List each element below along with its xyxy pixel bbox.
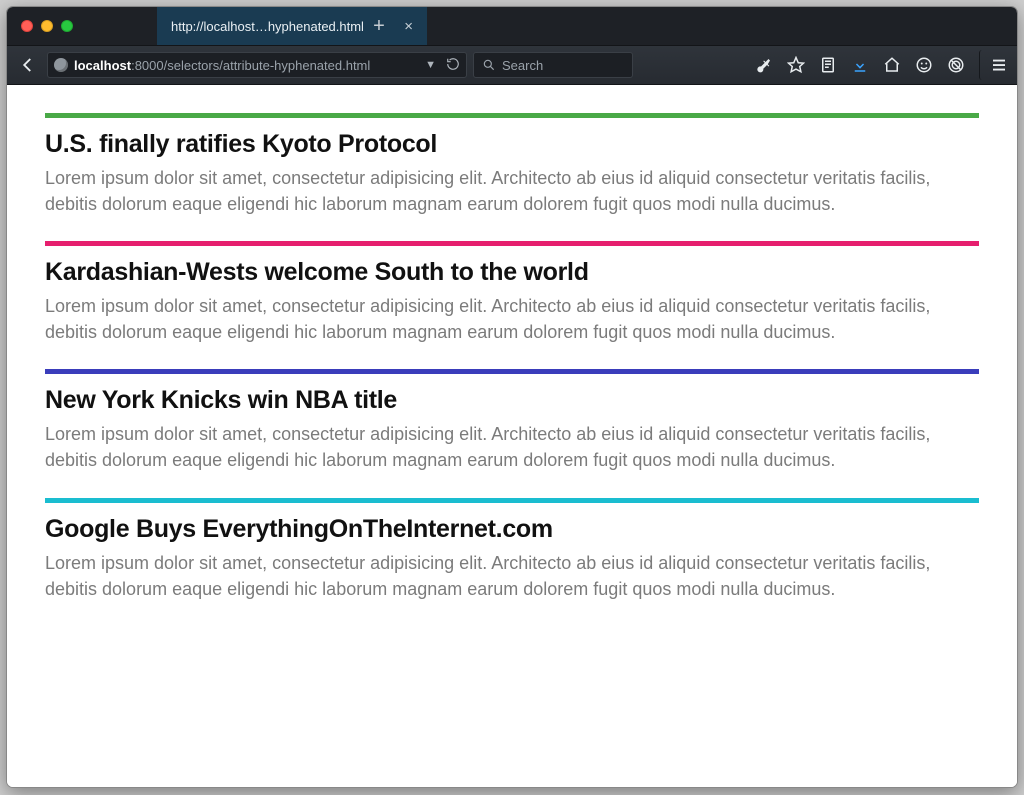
window-close-button[interactable] (21, 20, 33, 32)
url-path: :8000/selectors/attribute-hyphenated.htm… (131, 58, 370, 73)
article-body: Lorem ipsum dolor sit amet, consectetur … (45, 550, 979, 602)
toolbar-actions (749, 50, 1009, 80)
article: Kardashian-Wests welcome South to the wo… (45, 241, 979, 369)
article-headline: Google Buys EverythingOnTheInternet.com (45, 515, 979, 544)
search-bar[interactable]: Search (473, 52, 633, 78)
new-tab-button[interactable]: + (359, 7, 399, 45)
url-text: localhost:8000/selectors/attribute-hyphe… (74, 58, 370, 73)
back-button[interactable] (15, 52, 41, 78)
devtools-button[interactable] (749, 50, 779, 80)
search-icon (482, 58, 496, 72)
window-controls (7, 20, 73, 32)
site-identity-icon (54, 58, 68, 72)
article-body: Lorem ipsum dolor sit amet, consectetur … (45, 165, 979, 217)
browser-window: http://localhost…hyphenated.html × + loc… (6, 6, 1018, 788)
search-placeholder: Search (502, 58, 543, 73)
article: Google Buys EverythingOnTheInternet.com … (45, 498, 979, 626)
window-minimize-button[interactable] (41, 20, 53, 32)
article-headline: New York Knicks win NBA title (45, 386, 979, 415)
window-zoom-button[interactable] (61, 20, 73, 32)
bookmark-star-button[interactable] (781, 50, 811, 80)
article-body: Lorem ipsum dolor sit amet, consectetur … (45, 421, 979, 473)
reading-list-button[interactable] (813, 50, 843, 80)
page-content: U.S. finally ratifies Kyoto Protocol Lor… (7, 85, 1017, 787)
article: U.S. finally ratifies Kyoto Protocol Lor… (45, 113, 979, 241)
article-body: Lorem ipsum dolor sit amet, consectetur … (45, 293, 979, 345)
url-bar[interactable]: localhost:8000/selectors/attribute-hyphe… (47, 52, 467, 78)
url-host: localhost (74, 58, 131, 73)
reload-button[interactable] (446, 57, 460, 74)
article: New York Knicks win NBA title Lorem ipsu… (45, 369, 979, 497)
article-headline: Kardashian-Wests welcome South to the wo… (45, 258, 979, 287)
titlebar: http://localhost…hyphenated.html × + (7, 7, 1017, 45)
downloads-button[interactable] (845, 50, 875, 80)
tab-close-button[interactable]: × (400, 18, 417, 35)
toolbar: localhost:8000/selectors/attribute-hyphe… (7, 45, 1017, 85)
menu-button[interactable] (979, 50, 1009, 80)
feedback-icon[interactable] (909, 50, 939, 80)
home-button[interactable] (877, 50, 907, 80)
adblock-icon[interactable] (941, 50, 971, 80)
article-headline: U.S. finally ratifies Kyoto Protocol (45, 130, 979, 159)
url-dropdown-icon[interactable]: ▼ (421, 59, 440, 71)
